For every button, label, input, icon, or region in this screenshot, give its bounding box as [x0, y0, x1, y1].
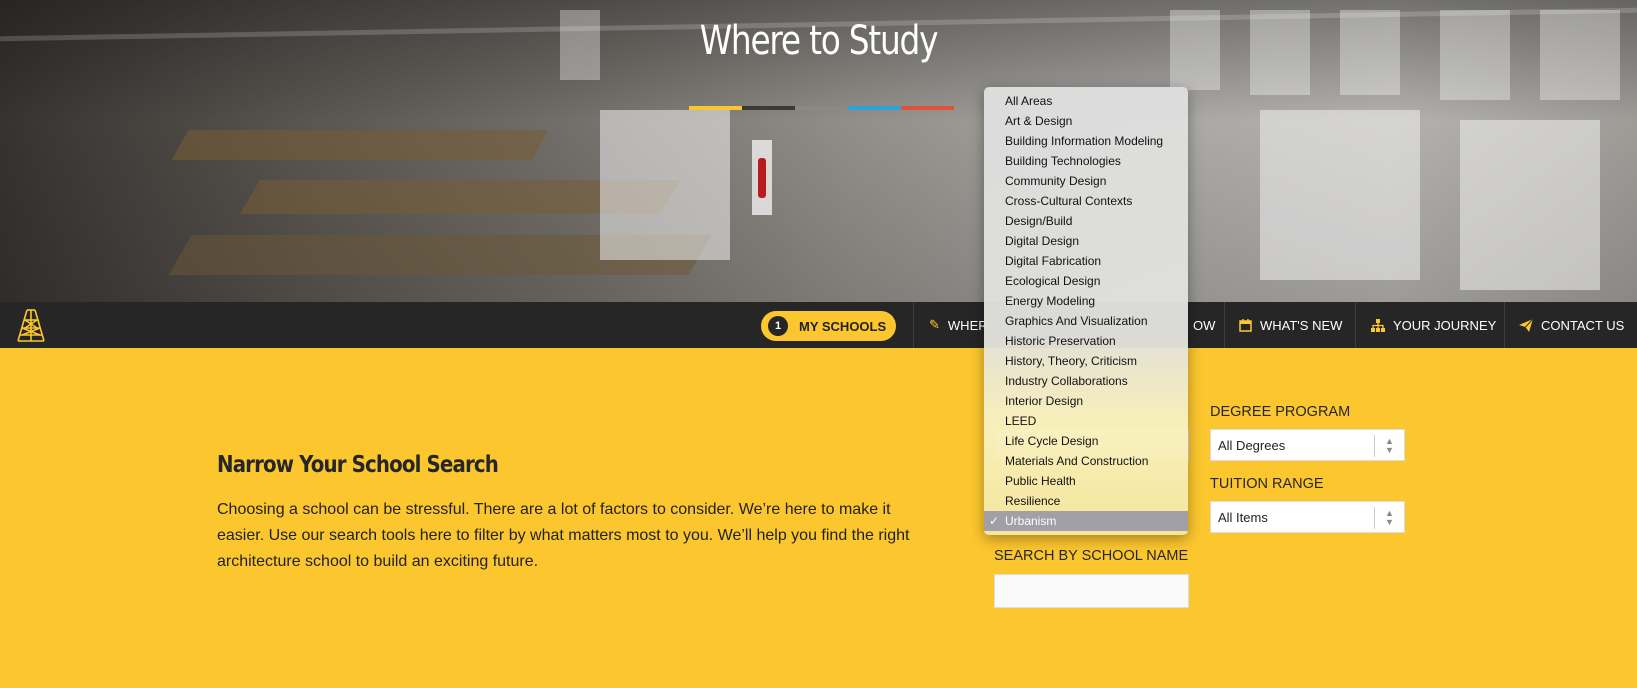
dropdown-option-label: Building Information Modeling [1005, 134, 1164, 148]
area-of-focus-dropdown-menu[interactable]: All Areas Art & Design Building Informatio… [984, 87, 1188, 535]
nav-divider [1504, 302, 1505, 348]
pencil-icon: ✎ [929, 317, 940, 332]
main-nav: 1 MY SCHOOLS ✎ WHER OW WHAT'S NEW YOUR J… [0, 302, 1637, 348]
sitemap-icon [1371, 318, 1385, 332]
tuition-range-value: All Items [1218, 509, 1268, 525]
dropdown-option-label: Graphics And Visualization [1005, 314, 1148, 328]
dropdown-option-label: Building Technologies [1005, 154, 1121, 168]
dropdown-option[interactable]: History, Theory, Criticism [984, 351, 1188, 371]
degree-program-value: All Degrees [1218, 437, 1286, 453]
dropdown-option-label: Materials And Construction [1005, 454, 1149, 468]
dropdown-option-label: Life Cycle Design [1005, 434, 1099, 448]
intro-paragraph: Choosing a school can be stressful. Ther… [217, 501, 910, 570]
dropdown-option[interactable]: LEED [984, 411, 1188, 431]
nav-divider [913, 302, 914, 348]
dropdown-option-label: Ecological Design [1005, 274, 1101, 288]
title-color-bar [689, 106, 954, 110]
my-schools-button[interactable]: 1 MY SCHOOLS [761, 311, 896, 341]
dropdown-option-label: History, Theory, Criticism [1005, 354, 1138, 368]
nav-divider [1224, 302, 1225, 348]
dropdown-option-label: LEED [1005, 414, 1037, 428]
hero-panel [1260, 110, 1420, 280]
dropdown-option[interactable]: All Areas [984, 91, 1188, 111]
paper-plane-icon [1519, 318, 1533, 332]
fire-extinguisher-icon [758, 158, 766, 198]
dropdown-option-label: Digital Fabrication [1005, 254, 1102, 268]
hero-desk [171, 130, 549, 160]
dropdown-option[interactable]: Interior Design [984, 391, 1188, 411]
dropdown-option[interactable]: Digital Design [984, 231, 1188, 251]
nav-item-label: WHAT'S NEW [1260, 317, 1343, 333]
nav-item-where[interactable]: ✎ WHER [929, 302, 988, 348]
dropdown-option[interactable]: Energy Modeling [984, 291, 1188, 311]
degree-program-label: DEGREE PROGRAM [1210, 404, 1351, 420]
calendar-icon [1239, 318, 1252, 332]
dropdown-option-label: Public Health [1005, 474, 1076, 488]
color-bar-segment [689, 106, 742, 110]
nav-item-label: CONTACT US [1541, 317, 1625, 333]
select-arrows-icon: ▲ ▼ [1374, 435, 1404, 457]
nav-divider [1355, 302, 1356, 348]
select-arrows-icon: ▲ ▼ [1374, 507, 1404, 529]
dropdown-option-label: All Areas [1005, 94, 1053, 108]
dropdown-option-label: Urbanism [1005, 514, 1057, 528]
dropdown-option[interactable]: Public Health [984, 471, 1188, 491]
dropdown-option[interactable]: Cross-Cultural Contexts [984, 191, 1188, 211]
dropdown-option[interactable]: Graphics And Visualization [984, 311, 1188, 331]
page-title: Where to Study [699, 18, 939, 64]
dropdown-option[interactable]: Digital Fabrication [984, 251, 1188, 271]
tuition-range-select[interactable]: All Items ▲ ▼ [1210, 501, 1405, 533]
dropdown-option-label: Interior Design [1005, 394, 1084, 408]
dropdown-option-label: Energy Modeling [1005, 294, 1096, 308]
site-logo-icon[interactable] [16, 308, 46, 342]
nav-item-your-journey[interactable]: YOUR JOURNEY [1371, 302, 1496, 348]
my-schools-label: MY SCHOOLS [799, 318, 887, 334]
nav-item-label: OW [1193, 317, 1216, 333]
color-bar-segment [795, 106, 848, 110]
dropdown-option[interactable]: Building Technologies [984, 151, 1188, 171]
color-bar-segment [901, 106, 954, 110]
my-schools-count-badge: 1 [768, 316, 788, 336]
dropdown-option-label: Digital Design [1005, 234, 1080, 248]
dropdown-option[interactable]: Historic Preservation [984, 331, 1188, 351]
dropdown-option[interactable]: Community Design [984, 171, 1188, 191]
dropdown-option-label: Industry Collaborations [1005, 374, 1128, 388]
school-name-search-input[interactable] [994, 574, 1189, 608]
search-by-school-name-label: SEARCH BY SCHOOL NAME [994, 548, 1189, 564]
degree-program-select[interactable]: All Degrees ▲ ▼ [1210, 429, 1405, 461]
nav-item-whats-new[interactable]: WHAT'S NEW [1239, 302, 1342, 348]
dropdown-option[interactable]: Design/Build [984, 211, 1188, 231]
dropdown-option-label: Art & Design [1005, 114, 1073, 128]
nav-item-label: YOUR JOURNEY [1393, 317, 1497, 333]
nav-item-label: WHER [947, 317, 988, 333]
nav-item-how[interactable]: OW [1193, 302, 1215, 348]
dropdown-option[interactable]: ✓ Urbanism [984, 511, 1188, 531]
color-bar-segment [848, 106, 901, 110]
dropdown-option[interactable]: Industry Collaborations [984, 371, 1188, 391]
dropdown-option[interactable]: Art & Design [984, 111, 1188, 131]
dropdown-option[interactable]: Resilience [984, 491, 1188, 511]
dropdown-option-label: Design/Build [1005, 214, 1073, 228]
nav-item-contact-us[interactable]: CONTACT US [1519, 302, 1624, 348]
dropdown-option-label: Community Design [1005, 174, 1107, 188]
dropdown-option[interactable]: Life Cycle Design [984, 431, 1188, 451]
dropdown-option-label: Historic Preservation [1005, 334, 1116, 348]
hero-panel [1460, 120, 1600, 290]
hero-panel [600, 110, 730, 260]
dropdown-option-label: Cross-Cultural Contexts [1005, 194, 1133, 208]
tuition-range-label: TUITION RANGE [1210, 476, 1324, 492]
hero-window [1540, 10, 1620, 100]
dropdown-option[interactable]: Materials And Construction [984, 451, 1188, 471]
dropdown-option[interactable]: Ecological Design [984, 271, 1188, 291]
checkmark-icon: ✓ [989, 514, 1000, 528]
dropdown-option[interactable]: Building Information Modeling [984, 131, 1188, 151]
section-title: Narrow Your School Search [217, 452, 499, 478]
hero-banner: Where to Study [0, 0, 1637, 302]
color-bar-segment [742, 106, 795, 110]
dropdown-option-label: Resilience [1005, 494, 1061, 508]
